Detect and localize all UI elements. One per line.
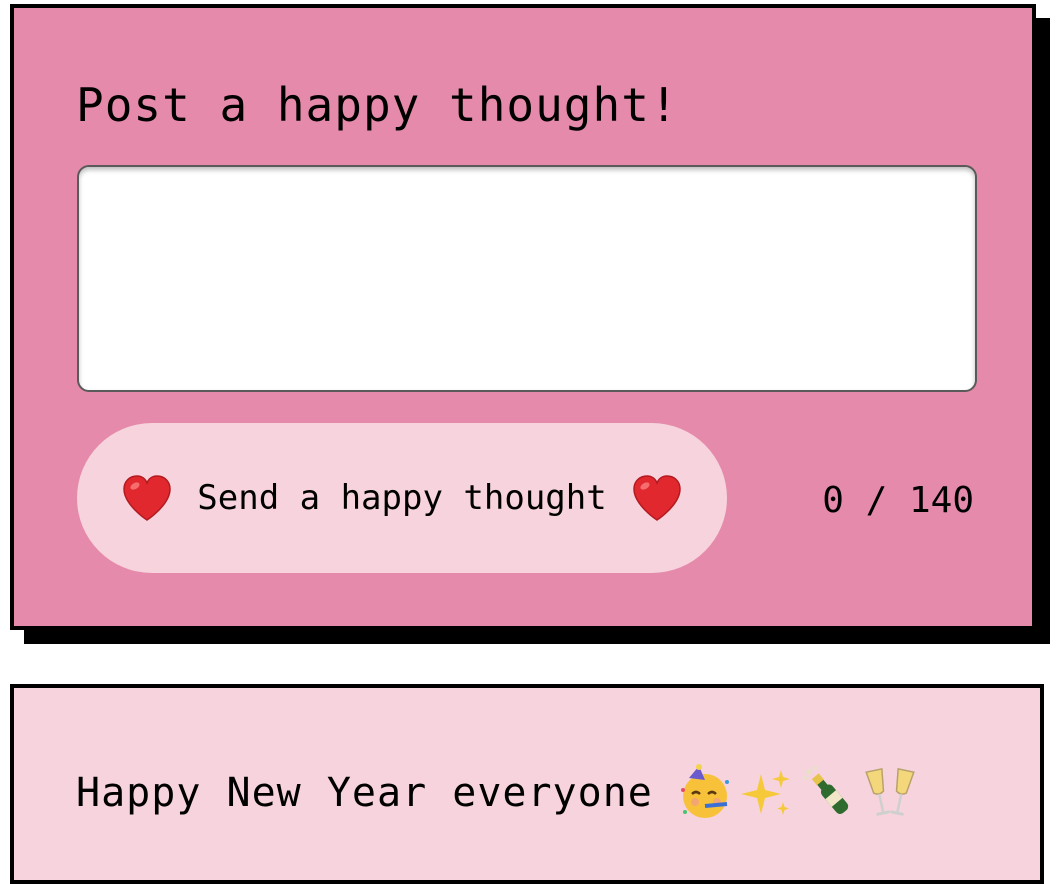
send-thought-button[interactable]: Send a happy thought: [77, 423, 727, 573]
clinking-glasses-icon: [861, 764, 919, 822]
partying-face-icon: [675, 764, 733, 822]
message-text: Happy New Year everyone: [76, 770, 653, 816]
thought-input[interactable]: [77, 165, 977, 392]
heart-icon: [121, 474, 173, 522]
thought-composer: Post a happy thought! Send a happy thoug…: [10, 4, 1036, 630]
message-card: Happy New Year everyone: [10, 684, 1044, 884]
message-emojis: [675, 764, 919, 822]
character-counter: 0 / 140: [822, 480, 974, 521]
champagne-bottle-icon: [799, 764, 857, 822]
composer-title: Post a happy thought!: [76, 78, 679, 132]
sparkles-icon: [737, 764, 795, 822]
send-button-label: Send a happy thought: [197, 478, 607, 518]
heart-icon: [631, 474, 683, 522]
